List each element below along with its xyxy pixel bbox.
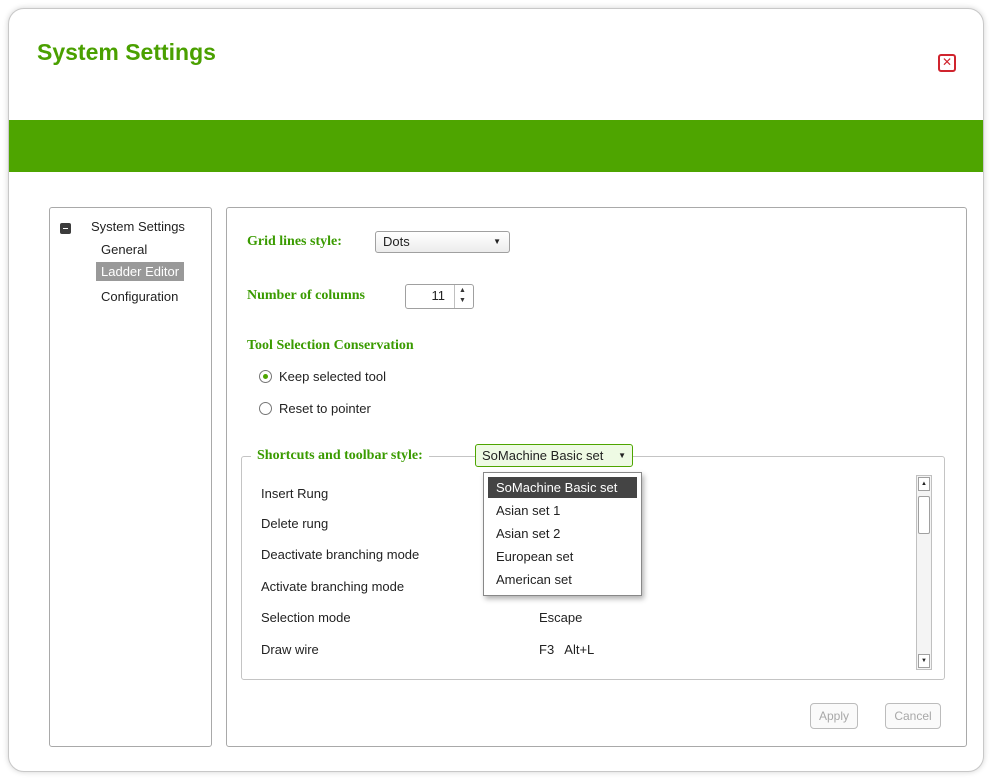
option-asian-set-1[interactable]: Asian set 1	[488, 500, 637, 521]
tree-item-general[interactable]: General	[96, 240, 152, 259]
scroll-up-icon[interactable]: ▲	[918, 477, 930, 491]
option-european-set[interactable]: European set	[488, 546, 637, 567]
header-band	[9, 120, 983, 172]
shortcut-action: Selection mode	[261, 610, 351, 625]
shortcut-action: Activate branching mode	[261, 579, 405, 594]
shortcut-action: Delete rung	[261, 516, 329, 531]
tree-item-configuration[interactable]: Configuration	[96, 287, 183, 306]
shortcut-key: Escape	[539, 610, 583, 625]
collapse-icon[interactable]	[60, 223, 71, 234]
shortcuts-style-dropdown-list: SoMachine Basic set Asian set 1 Asian se…	[483, 472, 642, 596]
shortcut-action: Draw wire	[261, 642, 319, 657]
close-icon[interactable]: ✕	[938, 54, 956, 72]
shortcut-action: Deactivate branching mode	[261, 547, 420, 562]
grid-lines-value: Dots	[383, 234, 410, 249]
settings-dialog: System Settings ✕ System Settings Genera…	[8, 8, 984, 772]
columns-value: 11	[431, 288, 446, 303]
stepper-down-icon[interactable]: ▼	[459, 297, 466, 305]
chevron-down-icon: ▼	[618, 451, 626, 460]
cancel-button[interactable]: Cancel	[885, 703, 941, 729]
shortcuts-scrollbar[interactable]: ▲ ▼	[916, 475, 932, 670]
ladder-editor-panel: Grid lines style: Dots ▼ Number of colum…	[226, 207, 967, 747]
scroll-down-icon[interactable]: ▼	[918, 654, 930, 668]
scroll-thumb[interactable]	[918, 496, 930, 534]
tool-selection-heading: Tool Selection Conservation	[247, 338, 414, 353]
stepper-up-icon[interactable]: ▲	[459, 287, 466, 295]
shortcut-action: Insert Rung	[261, 486, 329, 501]
option-somachine-basic-set[interactable]: SoMachine Basic set	[488, 477, 637, 498]
apply-button[interactable]: Apply	[810, 703, 858, 729]
stepper-buttons[interactable]: ▲ ▼	[454, 285, 473, 308]
columns-stepper[interactable]: 11 ▲ ▼	[405, 284, 474, 309]
grid-lines-select[interactable]: Dots ▼	[375, 231, 510, 253]
radio-unchecked-icon[interactable]	[259, 402, 272, 415]
shortcuts-style-select[interactable]: SoMachine Basic set ▼	[475, 444, 633, 467]
columns-label: Number of columns	[247, 288, 365, 303]
shortcut-key: F3 Alt+L	[539, 642, 595, 657]
dialog-title: System Settings	[37, 39, 216, 65]
shortcuts-legend: Shortcuts and toolbar style:	[251, 444, 429, 468]
radio-checked-icon[interactable]	[259, 370, 272, 383]
chevron-down-icon: ▼	[493, 237, 501, 246]
settings-tree: System Settings General Ladder Editor Co…	[49, 207, 212, 747]
option-asian-set-2[interactable]: Asian set 2	[488, 523, 637, 544]
radio-label: Keep selected tool	[279, 369, 386, 384]
tree-root-label[interactable]: System Settings	[91, 219, 185, 234]
option-american-set[interactable]: American set	[488, 569, 637, 590]
radio-label: Reset to pointer	[279, 401, 371, 416]
shortcuts-style-value: SoMachine Basic set	[482, 448, 604, 463]
tree-item-ladder-editor[interactable]: Ladder Editor	[96, 262, 185, 281]
grid-lines-label: Grid lines style:	[247, 234, 342, 249]
shortcuts-label: Shortcuts and toolbar style:	[257, 448, 423, 463]
